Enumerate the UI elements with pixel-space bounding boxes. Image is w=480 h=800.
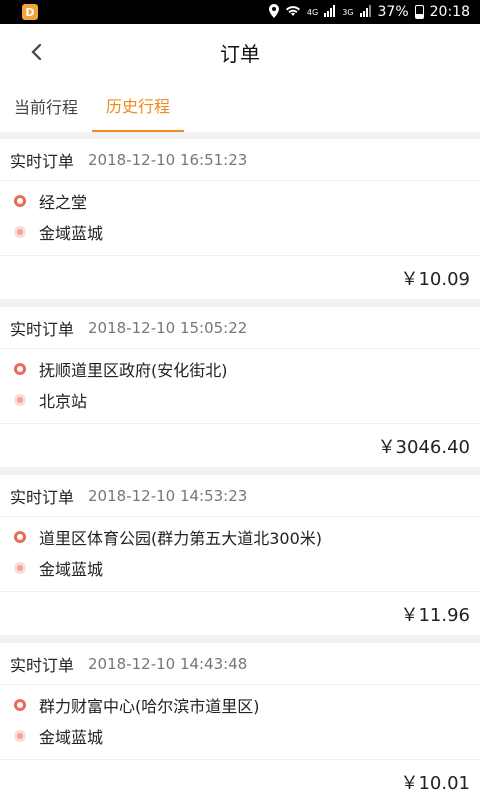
order-price: ￥10.01 bbox=[400, 772, 470, 794]
end-point-icon bbox=[14, 225, 26, 238]
start-point-icon bbox=[14, 194, 26, 207]
order-header: 实时订单 2018-12-10 16:51:23 bbox=[0, 139, 480, 181]
battery-icon bbox=[414, 5, 424, 19]
nav-bar: 订单 bbox=[0, 24, 480, 80]
start-location: 道里区体育公园(群力第五大道北300米) bbox=[39, 528, 323, 548]
end-location: 金域蓝城 bbox=[39, 727, 104, 747]
network-label: 4G bbox=[306, 7, 319, 17]
end-point-icon bbox=[14, 561, 26, 574]
status-right: 4G 3G 37% 20:18 bbox=[268, 3, 470, 21]
tabs-divider bbox=[0, 132, 480, 139]
order-price: ￥10.09 bbox=[400, 268, 470, 290]
end-point-icon bbox=[14, 729, 26, 742]
start-point-icon bbox=[14, 698, 26, 711]
signal-icon-2 bbox=[359, 4, 372, 20]
location-icon bbox=[268, 3, 279, 21]
order-time: 2018-12-10 14:43:48 bbox=[88, 654, 248, 673]
end-stop: 金域蓝城 bbox=[0, 216, 480, 247]
page-title: 订单 bbox=[220, 41, 260, 66]
clock: 20:18 bbox=[429, 4, 470, 20]
order-route: 经之堂 金域蓝城 bbox=[0, 181, 480, 256]
order-time: 2018-12-10 16:51:23 bbox=[88, 150, 248, 169]
start-stop: 经之堂 bbox=[0, 185, 480, 216]
app-notification-icon: D bbox=[22, 4, 38, 20]
status-left: D bbox=[22, 4, 38, 20]
start-point-icon bbox=[14, 362, 26, 375]
order-type: 实时订单 bbox=[10, 487, 75, 507]
end-location: 北京站 bbox=[39, 391, 88, 411]
order-route: 道里区体育公园(群力第五大道北300米) 金域蓝城 bbox=[0, 517, 480, 592]
end-stop: 金域蓝城 bbox=[0, 552, 480, 583]
start-location: 经之堂 bbox=[39, 192, 88, 212]
battery-level-fill bbox=[415, 13, 423, 18]
end-stop: 金域蓝城 bbox=[0, 720, 480, 751]
end-stop: 北京站 bbox=[0, 384, 480, 415]
start-stop: 抚顺道里区政府(安化街北) bbox=[0, 353, 480, 384]
trip-tabs: 当前行程 历史行程 bbox=[0, 80, 480, 132]
start-point-icon bbox=[14, 530, 26, 543]
signal-icon bbox=[324, 4, 336, 20]
battery-percent: 37% bbox=[377, 4, 409, 20]
order-card[interactable]: 实时订单 2018-12-10 15:05:22 抚顺道里区政府(安化街北) 北… bbox=[0, 307, 480, 467]
order-header: 实时订单 2018-12-10 15:05:22 bbox=[0, 307, 480, 349]
end-location: 金域蓝城 bbox=[39, 559, 104, 579]
start-location: 群力财富中心(哈尔滨市道里区) bbox=[39, 696, 260, 716]
end-location: 金域蓝城 bbox=[39, 223, 104, 243]
start-stop: 道里区体育公园(群力第五大道北300米) bbox=[0, 521, 480, 552]
order-route: 群力财富中心(哈尔滨市道里区) 金域蓝城 bbox=[0, 685, 480, 760]
back-button[interactable] bbox=[20, 36, 52, 68]
order-price: ￥3046.40 bbox=[377, 436, 470, 458]
start-stop: 群力财富中心(哈尔滨市道里区) bbox=[0, 689, 480, 720]
start-location: 抚顺道里区政府(安化街北) bbox=[39, 360, 228, 380]
order-header: 实时订单 2018-12-10 14:43:48 bbox=[0, 643, 480, 685]
order-list: 实时订单 2018-12-10 16:51:23 经之堂 金域蓝城 ￥10.09… bbox=[0, 139, 480, 800]
tab-history-trips[interactable]: 历史行程 bbox=[92, 80, 185, 132]
network-label-2: 3G bbox=[342, 7, 354, 17]
order-type: 实时订单 bbox=[10, 151, 75, 171]
chevron-left-icon bbox=[31, 43, 42, 61]
status-bar: D 4G 3G 37% 20:18 bbox=[0, 0, 480, 24]
order-time: 2018-12-10 15:05:22 bbox=[88, 318, 248, 337]
wifi-icon bbox=[285, 5, 301, 20]
order-card[interactable]: 实时订单 2018-12-10 14:43:48 群力财富中心(哈尔滨市道里区)… bbox=[0, 643, 480, 800]
end-point-icon bbox=[14, 393, 26, 406]
order-type: 实时订单 bbox=[10, 655, 75, 675]
order-header: 实时订单 2018-12-10 14:53:23 bbox=[0, 475, 480, 517]
order-type: 实时订单 bbox=[10, 319, 75, 339]
order-price: ￥11.96 bbox=[400, 604, 470, 626]
order-card[interactable]: 实时订单 2018-12-10 16:51:23 经之堂 金域蓝城 ￥10.09 bbox=[0, 139, 480, 299]
order-route: 抚顺道里区政府(安化街北) 北京站 bbox=[0, 349, 480, 424]
order-time: 2018-12-10 14:53:23 bbox=[88, 486, 248, 505]
order-card[interactable]: 实时订单 2018-12-10 14:53:23 道里区体育公园(群力第五大道北… bbox=[0, 475, 480, 635]
